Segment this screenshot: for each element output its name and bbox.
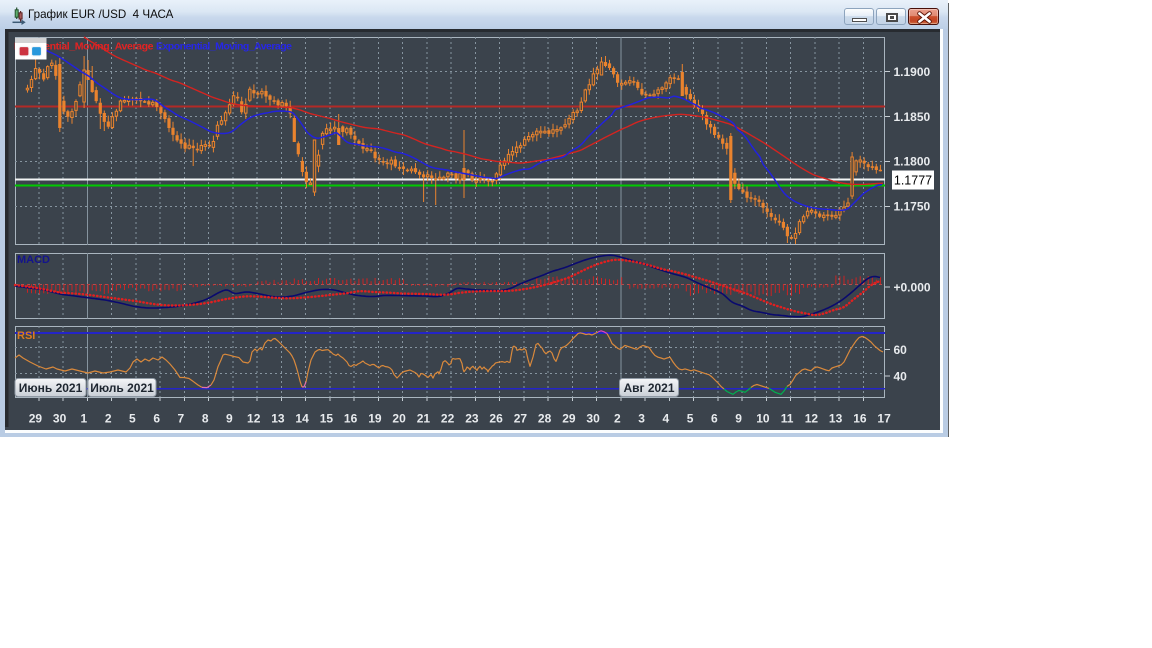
svg-text:12: 12 [247,412,261,426]
svg-text:9: 9 [735,412,742,426]
svg-text:17: 17 [877,412,891,426]
svg-text:26: 26 [489,412,503,426]
svg-text:13: 13 [271,412,285,426]
svg-text:1: 1 [81,412,88,426]
svg-text:15: 15 [320,412,334,426]
svg-text:16: 16 [344,412,358,426]
svg-text:Июль 2021: Июль 2021 [90,381,154,395]
svg-text:1.1850: 1.1850 [894,110,931,124]
svg-text:Exponential_Moving_Average: Exponential_Moving_Average [156,41,292,53]
svg-text:2: 2 [105,412,112,426]
svg-text:60: 60 [894,343,908,357]
svg-text:8: 8 [202,412,209,426]
svg-text:1.1800: 1.1800 [894,155,931,169]
svg-text:5: 5 [129,412,136,426]
svg-text:30: 30 [53,412,67,426]
svg-text:11: 11 [781,412,794,426]
svg-text:1.1777: 1.1777 [894,173,932,187]
svg-text:20: 20 [392,412,406,426]
svg-text:30: 30 [586,412,600,426]
svg-text:22: 22 [441,412,455,426]
svg-text:MACD: MACD [17,254,50,266]
svg-text:3: 3 [638,412,645,426]
svg-text:27: 27 [514,412,528,426]
svg-text:29: 29 [562,412,576,426]
svg-text:7: 7 [178,412,185,426]
svg-text:40: 40 [894,370,908,384]
svg-text:RSI: RSI [17,330,35,342]
svg-text:5: 5 [687,412,694,426]
svg-text:21: 21 [417,412,431,426]
svg-text:4: 4 [663,412,670,426]
svg-text:23: 23 [465,412,479,426]
svg-text:13: 13 [829,412,843,426]
svg-text:1.1900: 1.1900 [894,65,931,79]
svg-text:10: 10 [756,412,770,426]
svg-text:12: 12 [805,412,819,426]
svg-text:9: 9 [226,412,233,426]
svg-text:6: 6 [153,412,160,426]
svg-text:29: 29 [29,412,43,426]
svg-text:2: 2 [614,412,621,426]
svg-text:+0.000: +0.000 [894,280,931,294]
svg-text:1.1750: 1.1750 [894,200,931,214]
svg-text:Июнь 2021: Июнь 2021 [19,381,83,395]
svg-text:Авг 2021: Авг 2021 [623,381,674,395]
svg-text:19: 19 [368,412,382,426]
svg-text:16: 16 [853,412,867,426]
svg-text:14: 14 [295,412,309,426]
svg-text:28: 28 [538,412,552,426]
svg-text:6: 6 [711,412,718,426]
